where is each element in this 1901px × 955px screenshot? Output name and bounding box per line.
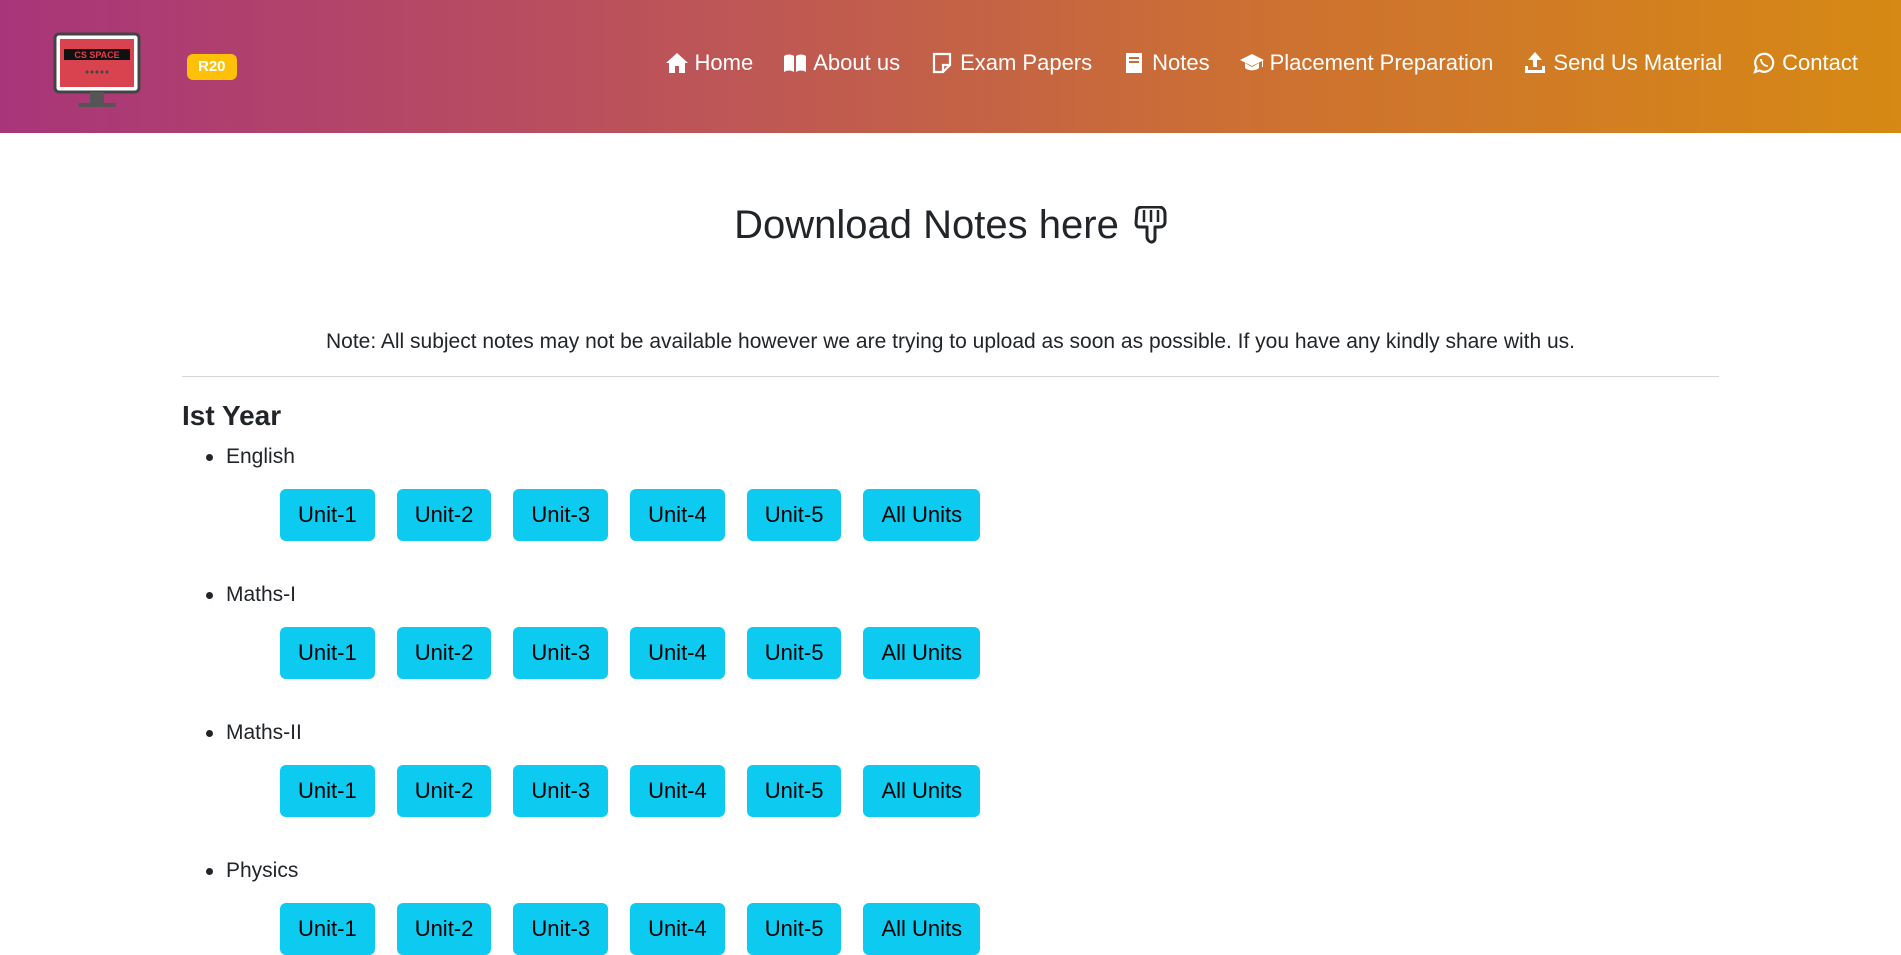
unit-buttons: Unit-1 Unit-2 Unit-3 Unit-4 Unit-5 All U…: [280, 765, 1719, 817]
subject-list: English Unit-1 Unit-2 Unit-3 Unit-4 Unit…: [182, 444, 1719, 955]
main-content: Download Notes here Note: All subject no…: [0, 201, 1901, 955]
whatsapp-icon: [1753, 52, 1775, 74]
physics-unit-3-button[interactable]: Unit-3: [513, 903, 609, 955]
nav-contact[interactable]: Contact: [1752, 50, 1858, 76]
physics-all-units-button[interactable]: All Units: [863, 903, 981, 955]
regulation-badge: R20: [187, 54, 237, 80]
graduation-cap-icon: [1239, 54, 1264, 71]
physics-unit-2-button[interactable]: Unit-2: [396, 903, 492, 955]
english-unit-3-button[interactable]: Unit-3: [513, 489, 609, 541]
physics-unit-4-button[interactable]: Unit-4: [630, 903, 725, 955]
maths-i-unit-1-button[interactable]: Unit-1: [280, 627, 375, 679]
pointing-down-hand-icon: [1134, 206, 1167, 244]
english-unit-5-button[interactable]: Unit-5: [746, 489, 842, 541]
unit-buttons: Unit-1 Unit-2 Unit-3 Unit-4 Unit-5 All U…: [280, 489, 1719, 541]
physics-unit-5-button[interactable]: Unit-5: [746, 903, 842, 955]
year-heading: Ist Year: [182, 400, 282, 431]
nav-exam-papers-label: Exam Papers: [960, 50, 1093, 75]
maths-ii-all-units-button[interactable]: All Units: [863, 765, 981, 817]
english-unit-4-button[interactable]: Unit-4: [630, 489, 725, 541]
english-unit-2-button[interactable]: Unit-2: [396, 489, 492, 541]
nav-contact-label: Contact: [1782, 50, 1858, 75]
nav-about-us-label: About us: [813, 50, 901, 75]
maths-ii-unit-2-button[interactable]: Unit-2: [396, 765, 492, 817]
home-icon: [665, 53, 688, 73]
physics-unit-1-button[interactable]: Unit-1: [280, 903, 375, 955]
subject-name: Maths-I: [205, 583, 297, 606]
nav-notes[interactable]: Notes: [1122, 50, 1210, 76]
subject-maths-i: Maths-I Unit-1 Unit-2 Unit-3 Unit-4 Unit…: [182, 582, 1719, 679]
maths-ii-unit-1-button[interactable]: Unit-1: [280, 765, 375, 817]
divider: [182, 376, 1719, 377]
maths-i-unit-2-button[interactable]: Unit-2: [396, 627, 492, 679]
nav-about-us[interactable]: About us: [783, 50, 900, 76]
page-title: Download Notes here: [182, 201, 1719, 249]
book-open-icon: [784, 54, 807, 72]
subject-name: Maths-II: [206, 721, 302, 744]
nav-exam-papers[interactable]: Exam Papers: [930, 50, 1092, 76]
nav-home[interactable]: Home: [665, 50, 754, 76]
maths-i-all-units-button[interactable]: All Units: [863, 627, 981, 679]
unit-buttons: Unit-1 Unit-2 Unit-3 Unit-4 Unit-5 All U…: [280, 903, 1719, 955]
subject-name: English: [206, 445, 295, 468]
sticky-note-icon: [932, 52, 952, 74]
cs-space-logo[interactable]: CS SPACE: [53, 32, 141, 110]
maths-ii-unit-4-button[interactable]: Unit-4: [630, 765, 725, 817]
maths-i-unit-3-button[interactable]: Unit-3: [513, 627, 609, 679]
upload-icon: [1525, 52, 1546, 73]
subject-name: Physics: [205, 859, 299, 882]
subject-english: English Unit-1 Unit-2 Unit-3 Unit-4 Unit…: [182, 444, 1719, 541]
nav-send-us-material-label: Send Us Material: [1553, 50, 1723, 75]
maths-i-unit-5-button[interactable]: Unit-5: [746, 627, 842, 679]
nav-placement-preparation-label: Placement Preparation: [1269, 50, 1494, 75]
book-icon: [1126, 53, 1143, 73]
logo-text: CS SPACE: [74, 50, 119, 60]
nav-notes-label: Notes: [1152, 50, 1210, 75]
subject-maths-ii: Maths-II Unit-1 Unit-2 Unit-3 Unit-4 Uni…: [182, 720, 1719, 817]
nav-send-us-material[interactable]: Send Us Material: [1523, 50, 1722, 76]
unit-buttons: Unit-1 Unit-2 Unit-3 Unit-4 Unit-5 All U…: [280, 627, 1719, 679]
maths-i-unit-4-button[interactable]: Unit-4: [630, 627, 725, 679]
navbar: CS SPACE R20 Home About us Exam Papers N…: [0, 0, 1901, 133]
maths-ii-unit-5-button[interactable]: Unit-5: [746, 765, 842, 817]
nav-home-label: Home: [694, 50, 754, 75]
english-all-units-button[interactable]: All Units: [863, 489, 981, 541]
english-unit-1-button[interactable]: Unit-1: [280, 489, 375, 541]
nav-placement-preparation[interactable]: Placement Preparation: [1239, 50, 1494, 76]
nav-links: Home About us Exam Papers Notes Placemen…: [665, 50, 1858, 76]
subject-physics: Physics Unit-1 Unit-2 Unit-3 Unit-4 Unit…: [182, 858, 1719, 955]
availability-note: Note: All subject notes may not be avail…: [325, 330, 1576, 353]
page-title-text: Download Notes here: [734, 203, 1119, 247]
maths-ii-unit-3-button[interactable]: Unit-3: [513, 765, 609, 817]
